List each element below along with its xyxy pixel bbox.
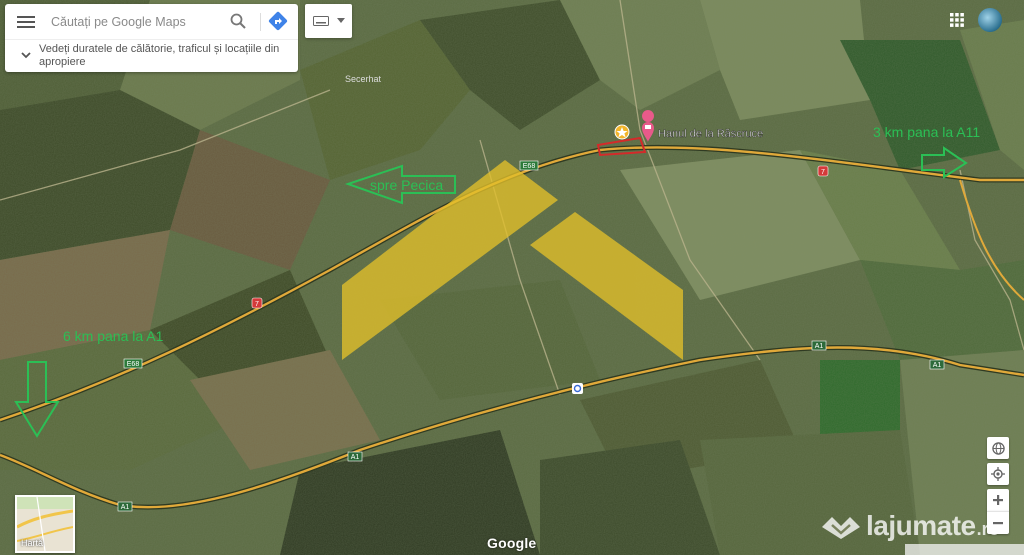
search-input[interactable]	[51, 12, 221, 32]
my-location-button[interactable]	[987, 463, 1009, 485]
route-shield-a1-a: A1	[811, 340, 827, 351]
svg-text:A1: A1	[933, 362, 942, 369]
nearby-hint-text: Vedeți duratele de călătorie, traficul ș…	[39, 43, 280, 68]
route-shield-7-b: 7	[251, 297, 263, 309]
map-type-toggle[interactable]: Hartă	[15, 495, 75, 553]
svg-text:E68: E68	[127, 361, 140, 368]
route-shield-7-a: 7	[817, 165, 829, 177]
google-logo: Google	[487, 535, 537, 551]
place-label[interactable]: Hanul de la Răscruce	[658, 128, 764, 140]
plus-icon	[993, 495, 1003, 505]
globe-icon	[991, 441, 1005, 455]
apps-grid-icon[interactable]	[950, 13, 964, 27]
search-icon[interactable]	[229, 12, 247, 30]
annotation-down: 6 km pana la A1	[63, 328, 164, 344]
watermark-tld: .ro	[976, 518, 1000, 539]
route-shield-a1-c: A1	[347, 451, 363, 462]
menu-icon[interactable]	[17, 13, 35, 29]
transit-icon	[572, 383, 583, 394]
annotation-left: spre Pecica	[370, 177, 443, 193]
route-shield-e68-b: E68	[123, 358, 143, 369]
svg-text:A1: A1	[351, 454, 360, 461]
minimap-label: Hartă	[21, 538, 44, 548]
route-shield-a1-b: A1	[929, 359, 945, 370]
directions-icon[interactable]	[267, 10, 289, 32]
svg-text:A1: A1	[121, 504, 130, 511]
village-label: Secerhat	[345, 74, 382, 84]
svg-text:7: 7	[255, 301, 259, 308]
route-shield-e68-a: E68	[519, 160, 539, 171]
chevron-down-icon	[21, 52, 31, 59]
nearby-hint-row[interactable]: Vedeți duratele de călătorie, traficul ș…	[5, 39, 298, 73]
star-pin-icon[interactable]	[614, 124, 630, 140]
watermark: lajumate .ro	[820, 508, 1000, 544]
globe-view-button[interactable]	[987, 437, 1009, 459]
keyboard-icon[interactable]	[313, 16, 329, 26]
svg-text:E68: E68	[523, 163, 536, 170]
search-separator	[260, 13, 261, 31]
svg-text:A1: A1	[815, 343, 824, 350]
attribution-bar	[905, 544, 1024, 555]
location-icon	[991, 467, 1005, 481]
watermark-logo-icon	[822, 517, 860, 539]
watermark-text: lajumate	[866, 510, 976, 541]
search-row	[5, 4, 298, 39]
svg-text:7: 7	[821, 169, 825, 176]
satellite-map[interactable]: spre Pecica 3 km pana la A11 6 km pana l…	[0, 0, 1024, 555]
avatar[interactable]	[978, 8, 1002, 32]
search-panel: Vedeți duratele de călătorie, traficul ș…	[5, 4, 298, 72]
route-shield-a1-d: A1	[117, 501, 133, 512]
annotation-right: 3 km pana la A11	[873, 124, 980, 140]
dropdown-arrow-icon[interactable]	[337, 18, 345, 24]
keyboard-button[interactable]	[305, 4, 352, 38]
